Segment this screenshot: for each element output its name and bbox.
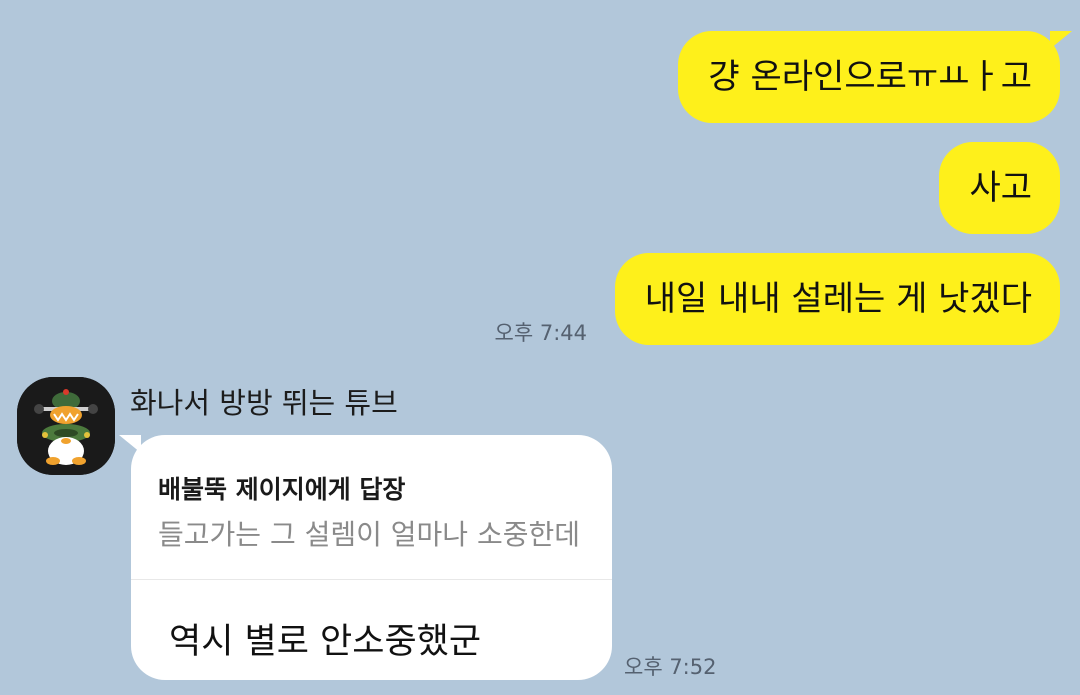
- avatar-character-icon: [17, 377, 115, 475]
- reply-header: 배불뚝 제이지에게 답장: [158, 475, 406, 504]
- message-timestamp: 오후 7:52: [624, 655, 717, 679]
- sent-message-bubble[interactable]: 내일 내내 설레는 게 낫겠다: [614, 253, 1060, 345]
- sender-name: 화나서 방방 뛰는 튜브: [130, 386, 398, 420]
- reply-quoted-text[interactable]: 들고가는 그 설렘이 얼마나 소중한데: [158, 513, 580, 553]
- reply-divider: [131, 579, 612, 580]
- message-timestamp: 오후 7:44: [494, 321, 587, 345]
- received-message-text: 역시 별로 안소중했군: [169, 622, 482, 662]
- sent-message-text: 내일 내내 설레는 게 낫겠다: [644, 279, 1032, 319]
- received-message-bubble[interactable]: 배불뚝 제이지에게 답장 들고가는 그 설렘이 얼마나 소중한데 역시 별로 안…: [119, 435, 612, 680]
- sent-message-bubble[interactable]: 걍 온라인으로ㅠㅛㅏ고: [678, 31, 1072, 123]
- sent-message-text: 사고: [969, 168, 1032, 208]
- bubble-tail: [119, 435, 141, 453]
- bubble-tail: [1050, 31, 1072, 49]
- sender-avatar[interactable]: [17, 377, 115, 475]
- sent-message-bubble[interactable]: 사고: [939, 142, 1060, 234]
- sent-message-text: 걍 온라인으로ㅠㅛㅏ고: [708, 57, 1032, 97]
